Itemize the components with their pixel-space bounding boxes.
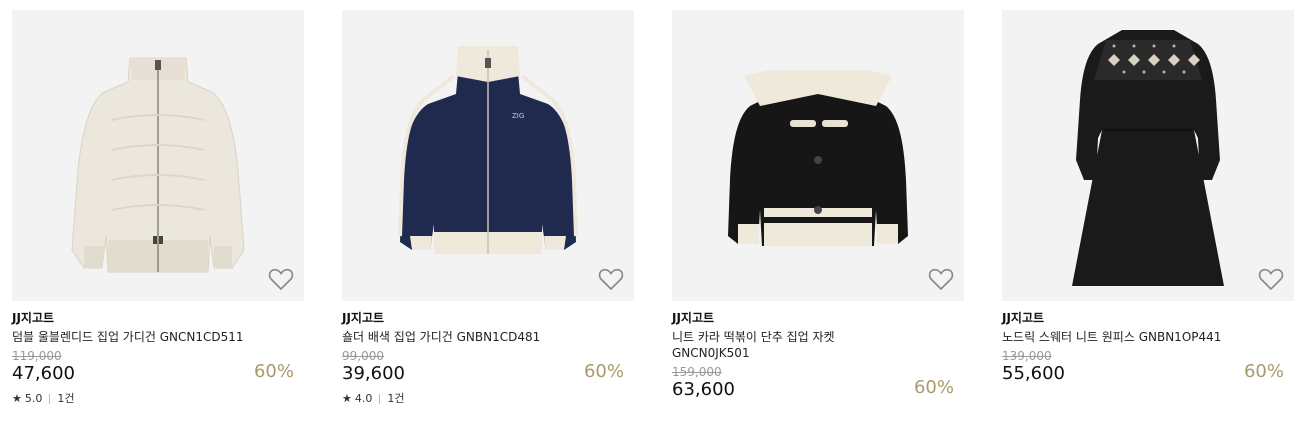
svg-text:ZIG: ZIG [512, 112, 524, 120]
rating-value: 4.0 [354, 392, 373, 405]
discount-rate: 60% [253, 361, 294, 382]
price-block: 159,000 63,600 60% [672, 365, 964, 401]
price-block: 99,000 39,600 60% [342, 349, 634, 385]
price-block: 119,000 47,600 60% [12, 349, 304, 385]
product-image-black-nordic-dress[interactable] [1002, 10, 1294, 301]
product-image-black-toggle-jacket[interactable] [672, 10, 964, 301]
product-image: ZIG [398, 46, 578, 254]
heart-outline-icon[interactable] [268, 267, 294, 291]
product-image-cream-zip-cardigan[interactable] [12, 10, 304, 301]
product-name[interactable]: 노드릭 스웨터 니트 원피스 GNBN1OP441 [1002, 329, 1252, 345]
heart-outline-icon[interactable] [598, 267, 624, 291]
product-name[interactable]: 니트 카라 떡볶이 단추 집업 자켓 GNCN0JK501 [672, 329, 872, 361]
brand-name[interactable]: JJ지고트 [1002, 310, 1294, 326]
product-name[interactable]: 숄더 배색 집업 가디건 GNBN1CD481 [342, 329, 592, 345]
heart-outline-icon[interactable] [928, 267, 954, 291]
product-image-navy-track-cardigan[interactable]: ZIG [342, 10, 634, 301]
rating-value: 5.0 [24, 392, 43, 405]
review-count: 1건 [57, 392, 75, 405]
product-image [1072, 30, 1224, 286]
discount-rate: 60% [913, 377, 954, 398]
star-icon: ★ [342, 392, 352, 405]
discount-rate: 60% [583, 361, 624, 382]
product-name[interactable]: 덤블 울블렌디드 집업 가디건 GNCN1CD511 [12, 329, 262, 345]
divider [49, 394, 51, 404]
product-card[interactable]: JJ지고트 덤블 울블렌디드 집업 가디건 GNCN1CD511 119,000… [12, 10, 304, 406]
product-card[interactable]: ZIG JJ지고트 숄더 배색 집업 가디건 GNBN1CD481 99,000… [342, 10, 634, 406]
star-icon: ★ [12, 392, 22, 405]
review-summary: ★ 4.0 1건 [342, 392, 634, 406]
heart-outline-icon[interactable] [1258, 267, 1284, 291]
product-image [71, 57, 245, 273]
product-card[interactable]: JJ지고트 니트 카라 떡볶이 단추 집업 자켓 GNCN0JK501 159,… [672, 10, 964, 401]
product-card[interactable]: JJ지고트 노드릭 스웨터 니트 원피스 GNBN1OP441 139,000 … [1002, 10, 1294, 385]
divider [379, 394, 381, 404]
brand-name[interactable]: JJ지고트 [342, 310, 634, 326]
brand-name[interactable]: JJ지고트 [672, 310, 964, 326]
product-image [728, 70, 908, 246]
review-count: 1건 [387, 392, 405, 405]
discount-rate: 60% [1243, 361, 1284, 382]
brand-name[interactable]: JJ지고트 [12, 310, 304, 326]
price-block: 139,000 55,600 60% [1002, 349, 1294, 385]
review-summary: ★ 5.0 1건 [12, 392, 304, 406]
